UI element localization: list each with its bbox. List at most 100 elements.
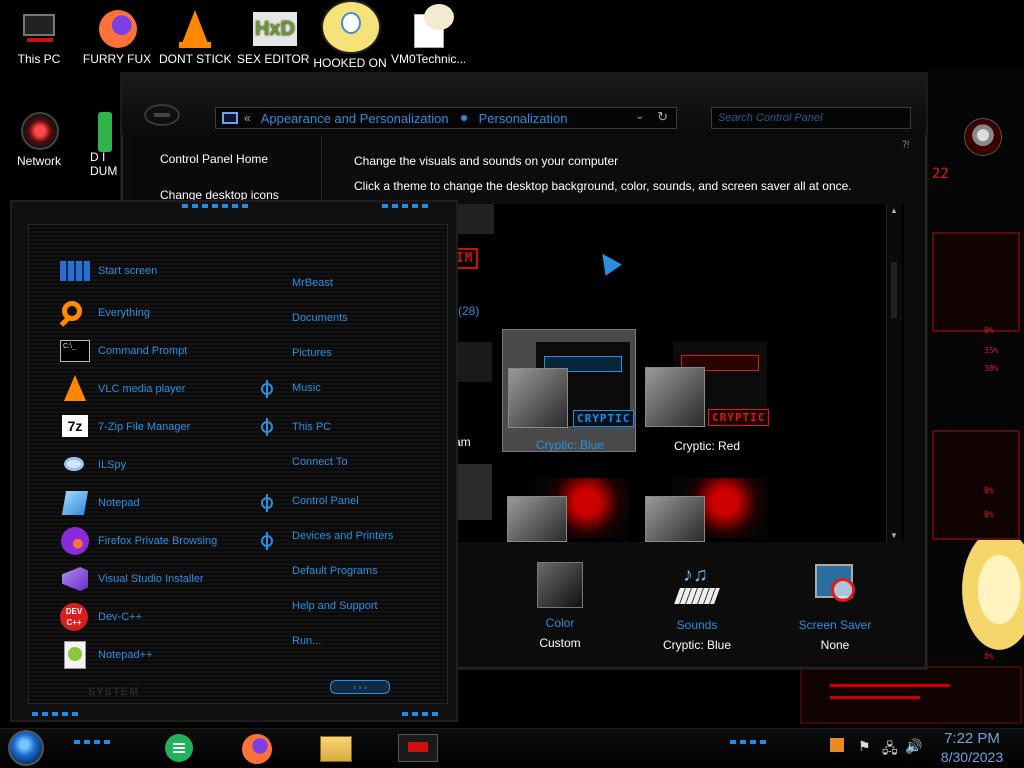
desktop-icon-hooked-on[interactable]: HOOKED ON: [312, 0, 388, 70]
theme-name: Cryptic: Red: [673, 439, 741, 453]
start-menu-accent: [32, 712, 82, 716]
hud-bar: [830, 684, 950, 687]
start-item-firefox-private[interactable]: Firefox Private Browsing: [60, 526, 217, 556]
start-menu-accent: [382, 204, 432, 208]
start-item-notepad[interactable]: Notepad: [60, 488, 140, 518]
option-value: None: [820, 638, 850, 652]
color-swatch-icon: [537, 562, 583, 608]
search-input[interactable]: Search Control Panel: [711, 107, 911, 129]
firefox-private-icon: [60, 527, 90, 555]
option-color[interactable]: Color Custom: [505, 562, 615, 650]
alien-logo-icon: [964, 118, 1002, 156]
address-bar[interactable]: « Appearance and Personalization Persona…: [215, 107, 677, 129]
start-button[interactable]: [8, 730, 44, 766]
start-link-control-panel[interactable]: Control Panel: [292, 495, 359, 507]
start-item-label: Visual Studio Installer: [98, 573, 204, 585]
desktop-icon-label: SEX EDITOR: [237, 52, 309, 66]
start-link-default-programs[interactable]: Default Programs: [292, 565, 378, 577]
theme-count: (28): [458, 304, 480, 318]
start-link-mrbeast[interactable]: MrBeast: [292, 277, 333, 289]
file-explorer-icon: [320, 736, 352, 762]
help-icon[interactable]: ⁈: [902, 140, 909, 151]
desktop-icon-label: This PC: [17, 52, 61, 66]
start-link-this-pc[interactable]: This PC: [292, 421, 331, 433]
start-link-documents[interactable]: Documents: [292, 312, 348, 324]
start-menu-nav-buttons[interactable]: ‹ › ›: [330, 680, 390, 694]
start-item-7zip[interactable]: 7z 7-Zip File Manager: [60, 412, 190, 442]
tray-app-icon[interactable]: [830, 738, 844, 755]
desktop-icon-firefox[interactable]: FURRY FUX: [81, 8, 153, 66]
option-screen-saver[interactable]: Screen Saver None: [780, 562, 890, 652]
desktop-icon-label: HOOKED ON: [313, 56, 387, 70]
scroll-up-icon[interactable]: ▲: [890, 206, 898, 215]
hud-panel: [932, 232, 1020, 332]
breadcrumb-appearance[interactable]: Appearance and Personalization: [261, 111, 449, 126]
hud-panel: [932, 430, 1020, 540]
start-item-label: Notepad++: [98, 649, 153, 661]
start-item-label: Everything: [98, 307, 150, 319]
option-sounds[interactable]: ♪♫ Sounds Cryptic: Blue: [642, 562, 752, 652]
hud-number: 8%: [984, 326, 994, 335]
breadcrumb-overflow[interactable]: «: [244, 111, 251, 125]
desktop-icon-partial[interactable]: D I DUM: [82, 110, 122, 178]
taskbar-app-cryptic-theme[interactable]: [388, 732, 448, 764]
page-title: Change the visuals and sounds on your co…: [354, 154, 619, 168]
chevron-down-icon[interactable]: ⌄: [636, 111, 644, 122]
theme-thumbnail[interactable]: [502, 466, 636, 542]
desktop-icon-vm0technic[interactable]: VM0Technic...: [391, 4, 465, 66]
devcpp-icon: DEV C++: [60, 603, 90, 631]
this-pc-icon: [17, 8, 61, 48]
7zip-icon: 7z: [60, 413, 90, 441]
desktop-icon-hxd[interactable]: HxD SEX EDITOR: [237, 8, 309, 66]
desktop-icon-this-pc[interactable]: This PC: [3, 8, 75, 66]
start-link-pictures[interactable]: Pictures: [292, 347, 332, 359]
start-link-connect-to[interactable]: Connect To: [292, 456, 347, 468]
clock-time: 7:22 PM: [944, 730, 1000, 747]
taskbar-app-firefox[interactable]: [240, 732, 274, 764]
breadcrumb-separator-icon: [460, 115, 467, 121]
theme-cryptic-blue[interactable]: CRYPTIC Cryptic: Blue: [502, 329, 636, 452]
scrollbar-thumb[interactable]: [891, 262, 897, 318]
option-title: Color: [545, 616, 575, 630]
start-item-everything[interactable]: Everything: [59, 298, 150, 328]
start-item-devcpp[interactable]: DEV C++ Dev-C++: [60, 602, 142, 632]
pin-icon[interactable]: [261, 494, 273, 512]
scroll-down-icon[interactable]: ▼: [890, 531, 898, 540]
taskbar-app-sheets[interactable]: [162, 732, 196, 764]
pin-icon[interactable]: [261, 380, 273, 398]
start-item-start-screen[interactable]: Start screen: [60, 256, 157, 286]
start-item-visual-studio-installer[interactable]: Visual Studio Installer: [60, 564, 204, 594]
start-item-command-prompt[interactable]: C:\_ Command Prompt: [60, 336, 187, 366]
option-title: Screen Saver: [798, 618, 872, 632]
start-item-notepadpp[interactable]: Notepad++: [60, 640, 152, 670]
theme-thumbnail[interactable]: [640, 466, 774, 542]
start-link-devices-printers[interactable]: Devices and Printers: [292, 530, 394, 542]
sidebar-link-control-panel-home[interactable]: Control Panel Home: [160, 152, 268, 166]
volume-icon[interactable]: 🔊: [905, 738, 922, 755]
desktop-icon-network[interactable]: Network: [3, 110, 75, 168]
desktop-icon-vlc[interactable]: DONT STICK: [159, 8, 231, 66]
start-link-music[interactable]: Music: [292, 382, 321, 394]
start-item-ilspy[interactable]: ILSpy: [60, 450, 126, 480]
start-item-label: Command Prompt: [98, 345, 188, 357]
network-tray-icon[interactable]: 🖧: [882, 738, 898, 762]
start-link-help-support[interactable]: Help and Support: [292, 600, 378, 612]
start-item-vlc[interactable]: VLC media player: [60, 374, 185, 404]
desktop-icon-label: DONT STICK: [159, 52, 231, 66]
start-item-label: 7-Zip File Manager: [98, 421, 191, 433]
flag-icon[interactable]: ⚑: [858, 738, 871, 755]
gallery-scrollbar[interactable]: ▲ ▼: [886, 204, 902, 542]
hud-bar: [830, 696, 920, 699]
pin-icon[interactable]: [261, 532, 273, 550]
taskbar-app-file-explorer[interactable]: [318, 732, 352, 764]
start-link-run[interactable]: Run...: [292, 635, 321, 647]
breadcrumb-personalization[interactable]: Personalization: [479, 111, 568, 126]
clock[interactable]: 7:22 PM 8/30/2023: [930, 730, 1014, 766]
clock-date: 8/30/2023: [940, 749, 1004, 765]
theme-cryptic-red[interactable]: CRYPTIC Cryptic: Red: [640, 329, 774, 453]
theme-badge: CRYPTIC: [708, 409, 770, 426]
pin-icon[interactable]: [261, 418, 273, 436]
refresh-icon[interactable]: ↻: [657, 109, 668, 125]
theme-color-tile: [645, 496, 705, 542]
back-button[interactable]: [144, 104, 180, 126]
